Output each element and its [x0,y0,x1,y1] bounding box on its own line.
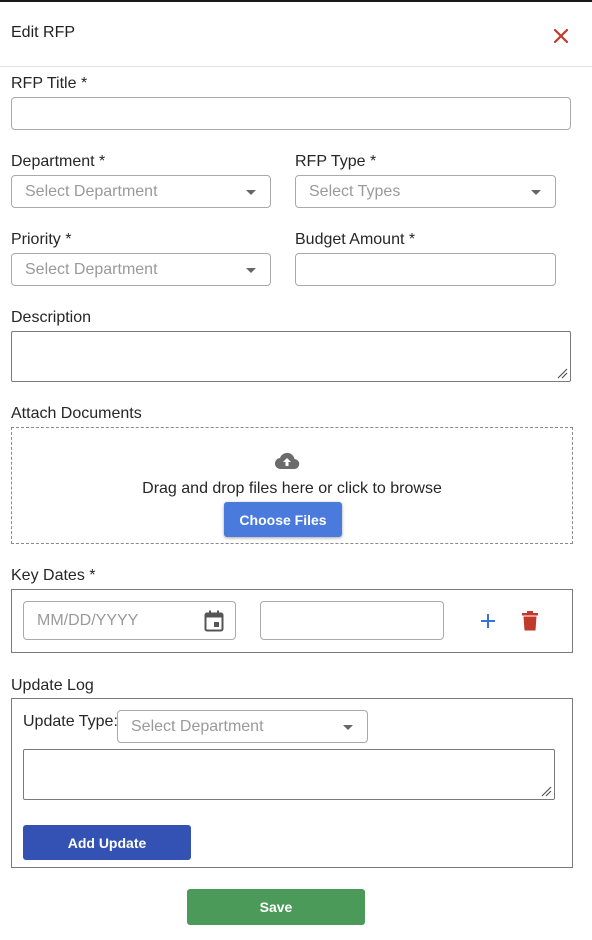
cloud-upload-icon [274,451,300,471]
trash-icon[interactable] [521,610,539,632]
department-select[interactable]: Select Department [11,175,271,208]
dropzone-hint: Drag and drop files here or click to bro… [142,480,442,497]
priority-placeholder: Select Department [25,261,158,278]
rfp-type-select[interactable]: Select Types [295,175,556,208]
key-dates-label: Key Dates * [11,567,96,584]
description-textarea[interactable] [11,331,571,382]
modal-title: Edit RFP [11,24,76,41]
attach-documents-label: Attach Documents [11,405,142,422]
modal-header: Edit RFP [0,2,592,67]
update-note-textarea[interactable] [23,749,555,800]
calendar-icon[interactable] [204,610,224,632]
priority-label: Priority * [11,231,72,248]
resize-grip-icon[interactable] [540,785,552,797]
key-date-description-input[interactable] [260,601,444,640]
chevron-down-icon [343,725,353,730]
budget-amount-label: Budget Amount * [295,231,416,248]
department-placeholder: Select Department [25,183,158,200]
key-dates-row: MM/DD/YYYY [11,589,573,653]
chevron-down-icon [246,190,256,195]
update-type-label: Update Type: [23,713,118,730]
choose-files-button[interactable]: Choose Files [224,502,342,537]
resize-grip-icon[interactable] [556,367,568,379]
update-log-label: Update Log [11,677,94,694]
file-dropzone[interactable]: Drag and drop files here or click to bro… [11,427,573,544]
priority-select[interactable]: Select Department [11,253,271,286]
close-icon[interactable] [551,26,571,46]
chevron-down-icon [531,190,541,195]
update-type-placeholder: Select Department [131,718,264,735]
department-label: Department * [11,153,106,170]
date-input[interactable]: MM/DD/YYYY [23,601,236,640]
budget-amount-input[interactable] [295,253,556,286]
rfp-type-placeholder: Select Types [309,183,401,200]
update-log-panel: Update Type: Select Department Add Updat… [11,698,573,868]
description-label: Description [11,309,92,326]
date-placeholder: MM/DD/YYYY [37,612,139,629]
rfp-title-input[interactable] [11,97,571,130]
plus-icon[interactable] [478,611,498,631]
rfp-title-label: RFP Title * [11,75,88,92]
update-type-select[interactable]: Select Department [117,710,368,743]
rfp-type-label: RFP Type * [295,153,377,170]
add-update-button[interactable]: Add Update [23,825,191,860]
save-button[interactable]: Save [187,889,365,925]
chevron-down-icon [246,268,256,273]
